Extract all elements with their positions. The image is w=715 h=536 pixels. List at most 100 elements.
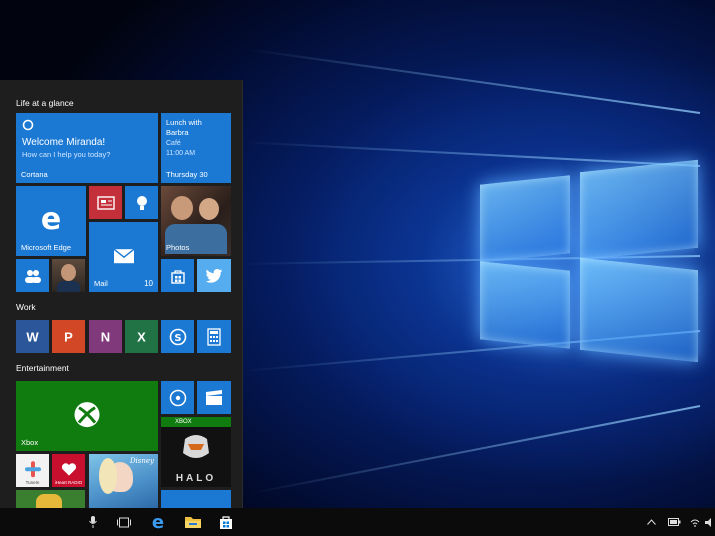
calculator-tile[interactable] xyxy=(197,320,231,353)
taskbar: e xyxy=(0,508,715,536)
calendar-day: Thursday 30 xyxy=(166,170,208,179)
store-tile[interactable] xyxy=(161,259,194,292)
volume-button[interactable] xyxy=(704,508,715,536)
wifi-icon xyxy=(690,519,700,527)
speaker-icon xyxy=(705,517,711,527)
xbox-label: Xbox xyxy=(21,438,39,447)
group-label-work: Work xyxy=(16,302,36,312)
battery-icon xyxy=(667,518,680,526)
tips-tile[interactable] xyxy=(125,186,158,219)
group-label-life: Life at a glance xyxy=(16,98,74,108)
edge-label: Microsoft Edge xyxy=(21,243,72,252)
start-menu: Life at a glance Welcome Miranda! How ca… xyxy=(0,80,242,508)
calendar-event-time: 11:00 AM xyxy=(166,150,196,157)
photo-person-face xyxy=(199,198,219,220)
task-view-button[interactable] xyxy=(112,508,136,536)
halo-wordmark: HALO xyxy=(175,473,217,484)
game-tile-partial[interactable] xyxy=(16,490,85,508)
partial-tile[interactable] xyxy=(161,490,231,508)
mail-label: Mail xyxy=(94,279,108,288)
windows-logo-pane xyxy=(580,159,698,261)
group-label-entertainment: Entertainment xyxy=(16,363,69,373)
windows-logo-pane xyxy=(580,257,698,363)
news-tile[interactable] xyxy=(89,186,122,219)
powerpoint-icon: P xyxy=(64,329,73,344)
spartan-helmet-icon xyxy=(183,435,209,458)
skype-icon: S xyxy=(169,328,186,345)
file-explorer-button[interactable] xyxy=(180,508,206,536)
edge-icon: e xyxy=(40,201,62,237)
photos-label: Photos xyxy=(166,243,190,252)
game-art xyxy=(36,494,62,508)
people-tile[interactable] xyxy=(16,259,49,292)
show-hidden-icons-button[interactable] xyxy=(644,508,658,536)
frozen-game-tile[interactable]: Disney xyxy=(89,454,158,508)
onenote-tile[interactable]: N xyxy=(89,320,122,353)
news-icon xyxy=(96,195,115,210)
lightbulb-icon xyxy=(136,195,147,210)
taskbar-store-button[interactable] xyxy=(213,508,239,536)
word-icon: W xyxy=(26,329,39,344)
windows-logo-pane xyxy=(480,175,570,263)
edge-icon: e xyxy=(151,511,165,533)
heart-icon xyxy=(61,462,76,476)
light-beam xyxy=(244,47,701,114)
calculator-icon xyxy=(207,327,221,346)
xbox-tile[interactable]: Xbox xyxy=(16,381,158,451)
clapperboard-icon xyxy=(206,389,222,405)
tunein-tile[interactable]: TuneIn xyxy=(16,454,49,487)
people-icon xyxy=(24,269,41,283)
cortana-label: Cortana xyxy=(21,170,48,179)
music-disc-icon xyxy=(169,389,186,406)
edge-tile[interactable]: e Microsoft Edge xyxy=(16,186,86,256)
powerpoint-tile[interactable]: P xyxy=(52,320,85,353)
twitter-bird-icon xyxy=(205,268,223,283)
windows-logo xyxy=(478,148,700,370)
twitter-tile[interactable] xyxy=(197,259,231,292)
folder-icon xyxy=(185,517,201,528)
excel-tile[interactable]: X xyxy=(125,320,158,353)
word-tile[interactable]: W xyxy=(16,320,49,353)
windows-logo-pane xyxy=(480,261,570,349)
excel-icon: X xyxy=(137,329,146,344)
tunein-icon xyxy=(24,460,41,477)
movies-tv-tile[interactable] xyxy=(197,381,231,414)
contact-face xyxy=(61,264,76,281)
cortana-microphone-button[interactable] xyxy=(82,508,104,536)
disney-logo: Disney xyxy=(129,457,154,465)
microphone-icon xyxy=(89,516,97,528)
svg-text:S: S xyxy=(174,333,181,344)
battery-button[interactable] xyxy=(666,508,682,536)
frozen-character-hair xyxy=(99,458,117,494)
tunein-label: TuneIn xyxy=(25,480,40,485)
cortana-ring-icon xyxy=(22,119,34,131)
taskbar-edge-button[interactable]: e xyxy=(145,508,171,536)
skype-tile[interactable]: S xyxy=(161,320,194,353)
cortana-prompt: How can I help you today? xyxy=(22,150,111,159)
xbox-logo-icon xyxy=(74,402,100,428)
halo-tile[interactable]: XBOX HALO xyxy=(161,417,231,487)
photos-tile[interactable]: Photos xyxy=(161,186,231,256)
mail-unread-count: 10 xyxy=(144,279,153,288)
cortana-tile[interactable]: Welcome Miranda! How can I help you toda… xyxy=(16,113,158,183)
calendar-event-title-2: Barbra xyxy=(166,128,189,137)
mail-envelope-icon xyxy=(113,248,134,264)
contact-photo-tile[interactable] xyxy=(52,259,85,292)
network-button[interactable] xyxy=(688,508,702,536)
store-bag-icon xyxy=(170,269,185,284)
iheart-label: iHeart RADIO xyxy=(54,480,83,485)
groove-music-tile[interactable] xyxy=(161,381,194,414)
chevron-up-icon xyxy=(646,519,656,525)
mail-tile[interactable]: Mail 10 xyxy=(89,222,158,292)
task-view-icon xyxy=(117,517,131,527)
iheartradio-tile[interactable]: iHeart RADIO xyxy=(52,454,85,487)
calendar-tile[interactable]: Lunch with Barbra Café 11:00 AM Thursday… xyxy=(161,113,231,183)
xbox-badge: XBOX xyxy=(161,417,231,427)
calendar-event-title: Lunch with xyxy=(166,118,202,127)
cortana-greeting: Welcome Miranda! xyxy=(22,137,106,148)
onenote-icon: N xyxy=(100,329,111,344)
store-bag-icon xyxy=(220,516,232,529)
light-beam xyxy=(248,405,701,495)
photo-person-face xyxy=(171,196,193,220)
calendar-event-place: Café xyxy=(166,140,181,147)
